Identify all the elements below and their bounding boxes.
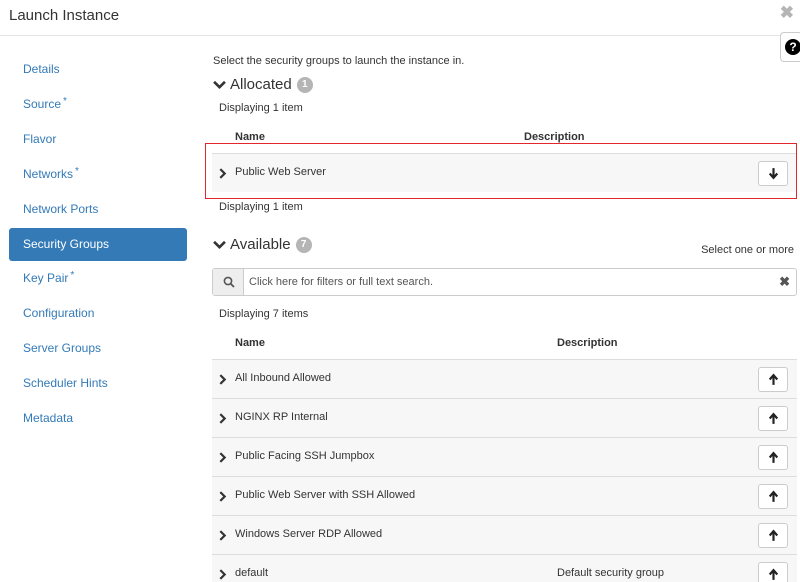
allocated-section-toggle[interactable]: Allocated 1 [213, 76, 313, 93]
search-input[interactable] [245, 269, 765, 295]
arrow-up-icon [768, 568, 779, 580]
available-title: Available [230, 236, 291, 253]
modal-title: Launch Instance [9, 7, 120, 24]
arrow-up-icon [768, 451, 779, 463]
arrow-up-icon [768, 373, 779, 385]
select-hint: Select one or more [701, 244, 794, 256]
chevron-right-icon [219, 491, 227, 502]
arrow-down-icon [768, 168, 779, 180]
sidebar-item-details[interactable]: Details [9, 53, 187, 86]
allocate-button[interactable] [758, 562, 788, 582]
arrow-up-icon [768, 490, 779, 502]
row-name: default [235, 567, 269, 579]
available-description-header[interactable]: Description [557, 337, 618, 349]
sidebar-item-source[interactable]: Source * [9, 88, 187, 121]
allocated-count-badge: 1 [296, 76, 313, 93]
allocate-button[interactable] [758, 367, 788, 392]
deallocate-button[interactable] [758, 161, 788, 186]
sidebar-item-server-groups[interactable]: Server Groups [9, 332, 187, 365]
available-display-count: Displaying 7 items [219, 308, 309, 320]
sidebar-item-flavor[interactable]: Flavor [9, 123, 187, 156]
allocated-row[interactable]: Public Web Server [212, 153, 797, 192]
available-row[interactable]: Windows Server RDP Allowed [212, 515, 797, 554]
available-row[interactable]: Public Facing SSH Jumpbox [212, 437, 797, 476]
chevron-down-icon [213, 80, 226, 90]
chevron-right-icon [219, 413, 227, 424]
available-row[interactable]: default Default security group [212, 554, 797, 582]
arrow-up-icon [768, 529, 779, 541]
sidebar-item-configuration[interactable]: Configuration [9, 297, 187, 330]
row-name: Public Web Server [235, 166, 326, 178]
available-name-header[interactable]: Name [235, 337, 265, 349]
search-bar: ✖ [212, 268, 797, 296]
required-marker: * [70, 270, 75, 281]
allocate-button[interactable] [758, 445, 788, 470]
allocated-name-header[interactable]: Name [235, 131, 265, 143]
clear-search-icon[interactable]: ✖ [779, 274, 790, 290]
chevron-down-icon [213, 240, 226, 250]
row-name: Public Facing SSH Jumpbox [235, 450, 375, 462]
chevron-right-icon [219, 452, 227, 463]
available-row[interactable]: All Inbound Allowed [212, 359, 797, 398]
security-groups-panel: Select the security groups to launch the… [212, 0, 800, 582]
available-row[interactable]: NGINX RP Internal [212, 398, 797, 437]
instruction-text: Select the security groups to launch the… [213, 55, 465, 67]
row-name: Windows Server RDP Allowed [235, 528, 383, 540]
allocate-button[interactable] [758, 484, 788, 509]
allocated-description-header[interactable]: Description [524, 131, 585, 143]
sidebar-item-network-ports[interactable]: Network Ports [9, 193, 187, 226]
allocated-title: Allocated [230, 76, 292, 93]
available-count-badge: 7 [295, 236, 312, 253]
allocated-display-count: Displaying 1 item [219, 102, 303, 114]
chevron-right-icon [219, 530, 227, 541]
row-name: NGINX RP Internal [235, 411, 328, 423]
allocated-display-count-bottom: Displaying 1 item [219, 201, 303, 213]
chevron-right-icon [219, 168, 227, 179]
allocate-button[interactable] [758, 406, 788, 431]
row-name: Public Web Server with SSH Allowed [235, 489, 416, 501]
chevron-right-icon [219, 569, 227, 580]
sidebar-item-key-pair[interactable]: Key Pair * [9, 262, 187, 295]
sidebar-item-scheduler-hints[interactable]: Scheduler Hints [9, 367, 187, 400]
row-name: All Inbound Allowed [235, 372, 332, 384]
required-marker: * [75, 166, 79, 177]
available-row[interactable]: Public Web Server with SSH Allowed [212, 476, 797, 515]
row-description: Default security group [557, 567, 664, 579]
search-addon [213, 269, 244, 295]
chevron-right-icon [219, 374, 227, 385]
available-section-toggle[interactable]: Available 7 [213, 236, 312, 253]
required-marker: * [63, 96, 67, 107]
sidebar-item-metadata[interactable]: Metadata [9, 402, 187, 435]
search-icon [223, 276, 235, 288]
sidebar-item-networks[interactable]: Networks * [9, 158, 187, 191]
sidebar-item-security-groups[interactable]: Security Groups [9, 228, 187, 261]
allocate-button[interactable] [758, 523, 788, 548]
arrow-up-icon [768, 412, 779, 424]
